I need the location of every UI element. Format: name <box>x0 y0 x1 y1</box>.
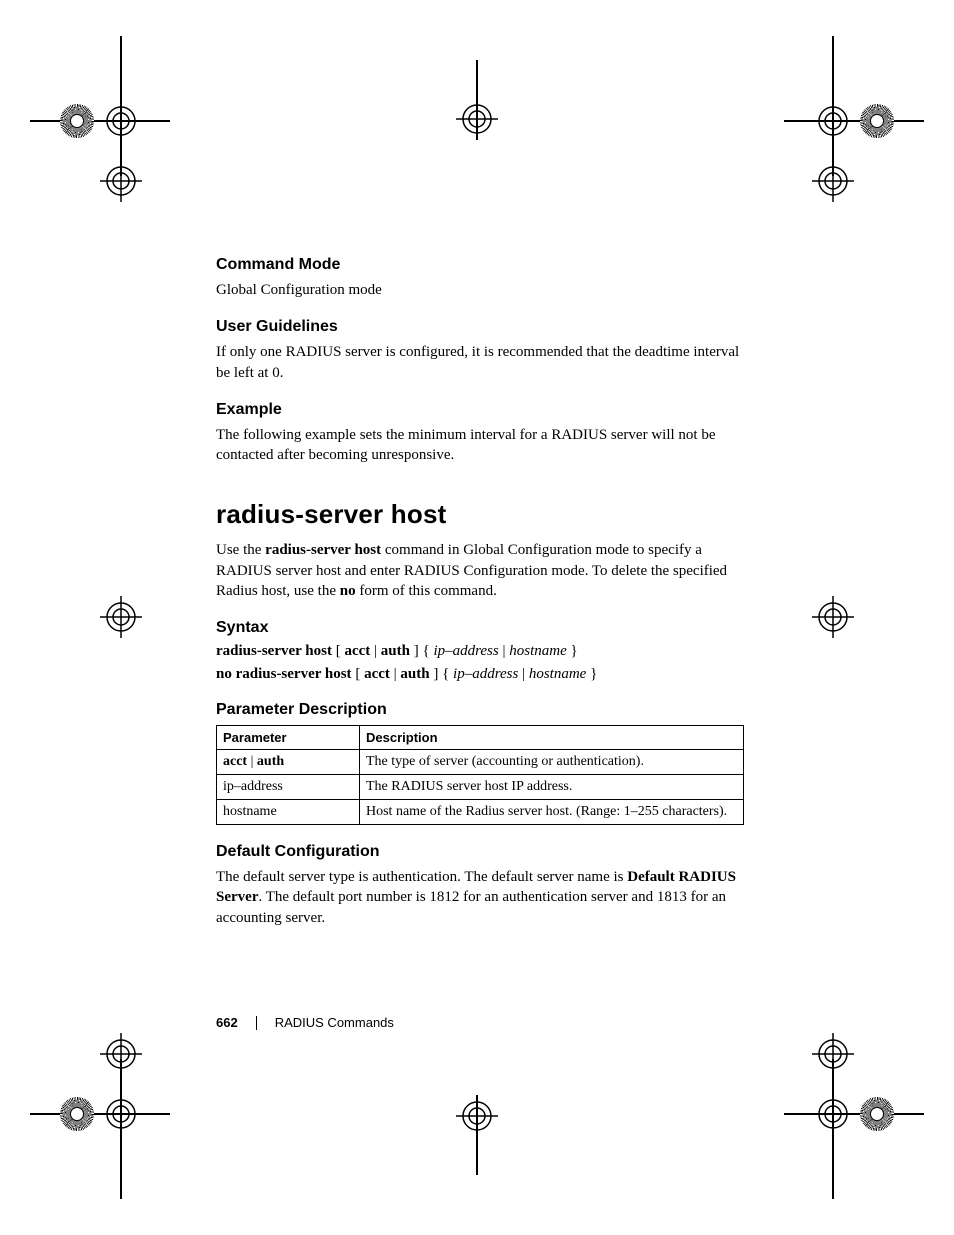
registration-crosshair-icon <box>100 1033 142 1075</box>
registration-crosshair-icon <box>100 596 142 638</box>
td-parameter: hostname <box>217 800 360 825</box>
heading-syntax: Syntax <box>216 619 744 637</box>
syntax-line-1: radius-server host [ acct | auth ] { ip–… <box>216 643 744 660</box>
footer-separator-icon <box>256 1016 257 1030</box>
registration-line-icon <box>784 120 924 122</box>
registration-crosshair-icon <box>812 596 854 638</box>
registration-line-icon <box>476 1095 478 1175</box>
defcfg-post: . The default port number is 1812 for an… <box>216 889 726 925</box>
table-row: acct | auth The type of server (accounti… <box>217 750 744 775</box>
table-row: hostname Host name of the Radius server … <box>217 800 744 825</box>
defcfg-pre: The default server type is authenticatio… <box>216 869 627 885</box>
syntax1-t1: [ <box>332 643 345 659</box>
heading-user-guidelines: User Guidelines <box>216 318 744 336</box>
table-header-row: Parameter Description <box>217 726 744 750</box>
th-parameter: Parameter <box>217 726 360 750</box>
body-command-mode: Global Configuration mode <box>216 280 744 300</box>
registration-crosshair-icon <box>812 1033 854 1075</box>
syntax2-host: hostname <box>529 666 587 682</box>
registration-crosshair-icon <box>812 160 854 202</box>
row1-sep: | <box>247 754 257 769</box>
body-default-configuration: The default server type is authenticatio… <box>216 867 744 928</box>
td-parameter: acct | auth <box>217 750 360 775</box>
td-description: Host name of the Radius server host. (Ra… <box>360 800 744 825</box>
syntax1-t5: } <box>567 643 578 659</box>
page-content: Command Mode Global Configuration mode U… <box>216 256 744 946</box>
registration-crosshair-icon <box>812 100 854 142</box>
heading-example: Example <box>216 401 744 419</box>
intro-post: form of this command. <box>356 583 497 599</box>
registration-shade-icon <box>860 1097 894 1131</box>
syntax2-ip: ip–address <box>453 666 518 682</box>
registration-crosshair-icon <box>100 100 142 142</box>
td-description: The RADIUS server host IP address. <box>360 775 744 800</box>
syntax2-auth: auth <box>400 666 429 682</box>
intro-paragraph: Use the radius-server host command in Gl… <box>216 540 744 601</box>
syntax1-ip: ip–address <box>433 643 498 659</box>
syntax-line-2: no radius-server host [ acct | auth ] { … <box>216 666 744 683</box>
registration-crosshair-icon <box>100 1093 142 1135</box>
syntax2-t1: [ <box>352 666 365 682</box>
row1-acct: acct <box>223 754 247 769</box>
body-user-guidelines: If only one RADIUS server is configured,… <box>216 342 744 383</box>
registration-shade-icon <box>60 104 94 138</box>
page-number: 662 <box>216 1015 238 1030</box>
syntax2-t2: | <box>390 666 401 682</box>
syntax1-host: hostname <box>509 643 567 659</box>
heading-default-configuration: Default Configuration <box>216 843 744 861</box>
th-description: Description <box>360 726 744 750</box>
td-description: The type of server (accounting or authen… <box>360 750 744 775</box>
syntax2-t5: } <box>586 666 597 682</box>
registration-crosshair-icon <box>100 160 142 202</box>
registration-crosshair-icon <box>812 1093 854 1135</box>
syntax1-acct: acct <box>344 643 370 659</box>
registration-line-icon <box>784 1113 924 1115</box>
syntax1-auth: auth <box>381 643 410 659</box>
registration-mark-icon <box>60 76 190 206</box>
footer-section-title: RADIUS Commands <box>275 1015 394 1030</box>
registration-shade-icon <box>60 1097 94 1131</box>
heading-radius-server-host: radius-server host <box>216 499 744 530</box>
intro-pre: Use the <box>216 542 265 558</box>
registration-mark-icon <box>60 1029 190 1159</box>
page-footer: 662 RADIUS Commands <box>216 1015 744 1030</box>
syntax2-cmd: no radius-server host <box>216 666 352 682</box>
body-example: The following example sets the minimum i… <box>216 425 744 466</box>
syntax2-t4: | <box>518 666 529 682</box>
syntax2-acct: acct <box>364 666 390 682</box>
registration-shade-icon <box>860 104 894 138</box>
intro-bold-2: no <box>340 583 356 599</box>
syntax1-t2: | <box>370 643 381 659</box>
syntax1-t3: ] { <box>410 643 433 659</box>
registration-mark-icon <box>764 1029 894 1159</box>
parameter-table: Parameter Description acct | auth The ty… <box>216 725 744 825</box>
syntax1-cmd: radius-server host <box>216 643 332 659</box>
row1-auth: auth <box>257 754 284 769</box>
registration-mark-icon <box>764 76 894 206</box>
table-row: ip–address The RADIUS server host IP add… <box>217 775 744 800</box>
heading-parameter-description: Parameter Description <box>216 701 744 719</box>
intro-bold-1: radius-server host <box>265 542 381 558</box>
syntax1-t4: | <box>499 643 510 659</box>
syntax2-t3: ] { <box>430 666 453 682</box>
heading-command-mode: Command Mode <box>216 256 744 274</box>
registration-line-icon <box>476 60 478 140</box>
td-parameter: ip–address <box>217 775 360 800</box>
